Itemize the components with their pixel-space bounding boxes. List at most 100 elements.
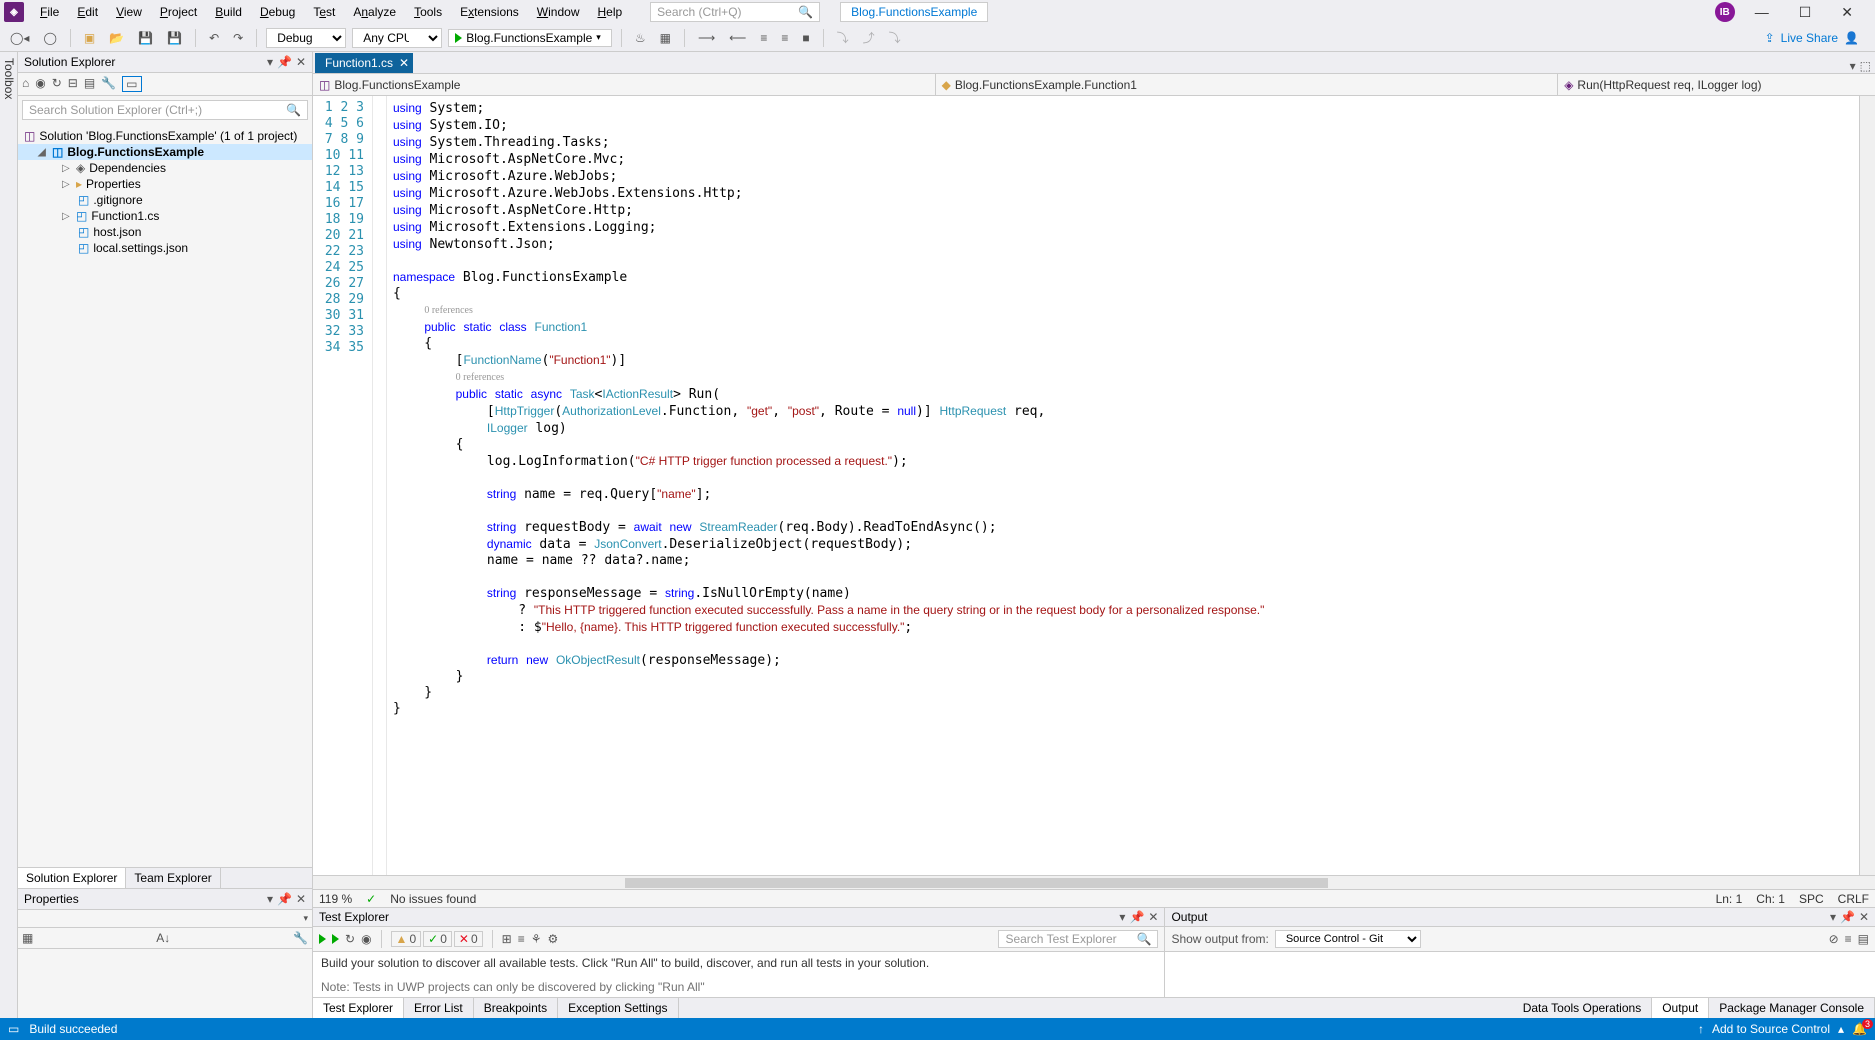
bt-error-list[interactable]: Error List [404, 998, 474, 1018]
tb-icon2[interactable]: ▦ [656, 29, 675, 47]
filter-icon[interactable]: ⚘ [531, 932, 542, 946]
platform-select[interactable]: Any CPU [352, 28, 442, 48]
save-button[interactable]: 💾 [134, 29, 157, 47]
preview-icon[interactable]: ▭ [122, 76, 141, 92]
fullscreen-icon[interactable]: ⬚ [1860, 59, 1871, 73]
bt-data-tools[interactable]: Data Tools Operations [1513, 998, 1653, 1018]
pass-count[interactable]: ✓0 [423, 931, 452, 947]
nav-project[interactable]: ◫Blog.FunctionsExample [313, 74, 936, 95]
close-panel-icon[interactable]: ✕ [296, 892, 306, 906]
crlf-indicator[interactable]: CRLF [1838, 892, 1869, 906]
minimize-button[interactable]: — [1745, 2, 1779, 22]
vertical-scrollbar[interactable] [1859, 96, 1875, 875]
warn-count[interactable]: ▲0 [391, 931, 422, 947]
tab-solution-explorer[interactable]: Solution Explorer [18, 868, 126, 888]
menu-extensions[interactable]: Extensions [452, 3, 527, 21]
list-icon[interactable]: ≡ [518, 932, 525, 946]
bookmark-button[interactable]: ■ [798, 29, 813, 47]
menu-test[interactable]: Test [305, 3, 343, 21]
solution-search-input[interactable]: Search Solution Explorer (Ctrl+;) 🔍 [22, 100, 308, 120]
test-search-input[interactable]: Search Test Explorer 🔍 [998, 930, 1158, 948]
fold-gutter[interactable] [373, 96, 387, 875]
menu-tools[interactable]: Tools [406, 3, 450, 21]
menu-analyze[interactable]: Analyze [345, 3, 404, 21]
dropdown-icon[interactable]: ▾ [1119, 910, 1125, 924]
bt-test-explorer[interactable]: Test Explorer [313, 998, 404, 1018]
spaces-indicator[interactable]: SPC [1799, 892, 1824, 906]
chevron-up-icon[interactable]: ▴ [1838, 1022, 1844, 1036]
menu-debug[interactable]: Debug [252, 3, 303, 21]
menu-view[interactable]: View [108, 3, 150, 21]
function1-file[interactable]: ▷Function1.cs [18, 208, 312, 224]
bt-exception-settings[interactable]: Exception Settings [558, 998, 678, 1018]
indent-button[interactable]: ⟶ [694, 29, 719, 47]
issues-label[interactable]: No issues found [390, 892, 476, 906]
categorize-icon[interactable]: ▦ [22, 931, 33, 945]
tab-function1[interactable]: Function1.cs ✕ [315, 53, 413, 73]
output-source-select[interactable]: Source Control - Git [1275, 930, 1421, 948]
open-file-button[interactable]: 📂 [105, 29, 128, 47]
gitignore-file[interactable]: .gitignore [18, 192, 312, 208]
repeat-icon[interactable]: ↻ [345, 932, 355, 946]
wrap-icon[interactable]: ▤ [1858, 932, 1869, 946]
run-button[interactable] [332, 934, 339, 944]
start-debug-button[interactable]: Blog.FunctionsExample ▾ [448, 29, 612, 47]
home-icon[interactable]: ⌂ [22, 76, 29, 92]
pin-icon[interactable]: 📌 [277, 55, 292, 69]
pin-icon[interactable]: 📌 [1840, 910, 1855, 924]
account-icon[interactable]: 👤 [1844, 31, 1859, 45]
horizontal-scrollbar[interactable] [313, 875, 1875, 889]
maximize-button[interactable]: ☐ [1789, 2, 1822, 23]
bt-output[interactable]: Output [1652, 998, 1709, 1018]
gear-icon[interactable]: ⚙ [547, 932, 558, 946]
sync-icon[interactable]: ◉ [35, 76, 45, 92]
show-all-icon[interactable]: ▤ [84, 76, 95, 92]
pin-icon[interactable]: 📌 [277, 892, 292, 906]
comment-button[interactable]: ≡ [756, 29, 771, 47]
nav-method[interactable]: ◈Run(HttpRequest req, ILogger log) [1558, 74, 1875, 95]
dropdown-icon[interactable]: ▾ [267, 55, 273, 69]
fail-count[interactable]: ✕0 [454, 931, 483, 947]
alpha-sort-icon[interactable]: A↓ [156, 931, 170, 945]
playlist-icon[interactable]: ◉ [361, 932, 371, 946]
tb-icon[interactable]: ♨ [631, 29, 650, 47]
close-icon[interactable]: ✕ [1148, 910, 1158, 924]
step-icon[interactable]: ⤵ [833, 27, 853, 48]
menu-build[interactable]: Build [207, 3, 250, 21]
nav-class[interactable]: ◆Blog.FunctionsExample.Function1 [936, 74, 1559, 95]
close-icon[interactable]: ✕ [1859, 910, 1869, 924]
liveshare-button[interactable]: Live Share [1781, 31, 1838, 45]
nav-back-button[interactable]: ◯◂ [6, 29, 33, 47]
project-node[interactable]: ◢Blog.FunctionsExample [18, 144, 312, 160]
dropdown-icon[interactable]: ▾ [303, 913, 308, 924]
global-search-input[interactable]: Search (Ctrl+Q) 🔍 [650, 2, 820, 22]
current-project-pill[interactable]: Blog.FunctionsExample [840, 2, 988, 22]
code-content[interactable]: using System; using System.IO; using Sys… [387, 96, 1859, 875]
step-icon3[interactable]: ⤵ [885, 27, 905, 48]
close-tab-icon[interactable]: ✕ [399, 56, 409, 70]
new-project-button[interactable]: ▣ [80, 29, 99, 47]
bt-pmc[interactable]: Package Manager Console [1709, 998, 1875, 1018]
host-json-file[interactable]: host.json [18, 224, 312, 240]
tab-team-explorer[interactable]: Team Explorer [126, 868, 220, 888]
line-indicator[interactable]: Ln: 1 [1716, 892, 1743, 906]
events-icon[interactable]: 🔧 [293, 931, 308, 945]
outdent-button[interactable]: ⟵ [725, 29, 750, 47]
undo-button[interactable]: ↶ [205, 29, 223, 47]
clear-icon[interactable]: ⊘ [1829, 932, 1839, 946]
redo-button[interactable]: ↷ [229, 29, 247, 47]
add-source-control[interactable]: Add to Source Control [1712, 1022, 1830, 1036]
properties-icon[interactable]: 🔧 [101, 76, 116, 92]
close-button[interactable]: ✕ [1831, 2, 1863, 23]
notifications-button[interactable]: 🔔3 [1852, 1022, 1867, 1036]
menu-help[interactable]: Help [589, 3, 630, 21]
nav-fwd-button[interactable]: ◯ [39, 29, 60, 47]
solution-node[interactable]: Solution 'Blog.FunctionsExample' (1 of 1… [18, 128, 312, 144]
save-all-button[interactable]: 💾 [163, 29, 186, 47]
refresh-icon[interactable]: ↻ [52, 76, 62, 92]
menu-edit[interactable]: Edit [69, 3, 106, 21]
menu-project[interactable]: Project [152, 3, 205, 21]
toolbox-tab[interactable]: Toolbox [0, 52, 18, 1018]
properties-node[interactable]: ▷Properties [18, 176, 312, 192]
bt-breakpoints[interactable]: Breakpoints [474, 998, 558, 1018]
